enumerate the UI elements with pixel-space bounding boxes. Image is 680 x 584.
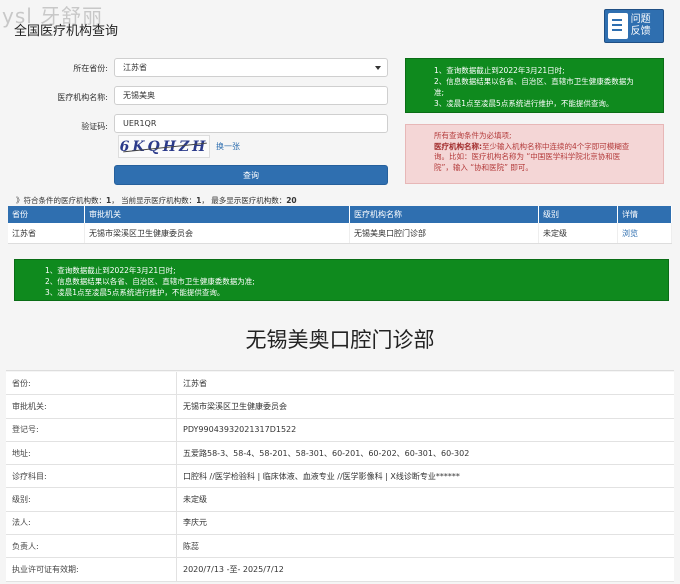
feedback-line1: 问题 — [630, 14, 651, 25]
detail-value: 江苏省 — [176, 372, 674, 396]
summary-max-label: ， 最多显示医疗机构数： — [201, 196, 287, 205]
detail-row: 负责人: 陈蕊 — [6, 534, 674, 559]
detail-key: 诊疗科目: — [6, 464, 177, 489]
detail-value: 李庆元 — [176, 511, 674, 536]
detail-row: 省份: 江苏省 — [6, 372, 674, 396]
institution-name-input[interactable]: 无锡美奥 — [114, 86, 388, 105]
view-details-link[interactable]: 浏览 — [622, 229, 638, 238]
detail-value: PDY99043932021317D1522 — [176, 418, 674, 442]
notice-bottom: 1、查询数据截止到2022年3月21日时; 2、信息数据结果以各省、自治区、直辖… — [14, 259, 669, 301]
notice-top-line-3: 3、凌晨1点至凌晨5点系统进行维护，不能提供查询。 — [434, 99, 614, 108]
detail-value: 五爱路58-3、58-4、58-201、58-301、60-201、60-202… — [176, 441, 674, 466]
name-label: 医疗机构名称: — [57, 93, 108, 102]
summary-prefix: 》符合条件的医疗机构数： — [16, 196, 106, 205]
captcha-value: UER1QR — [123, 119, 157, 128]
result-summary: 》符合条件的医疗机构数：1， 当前显示医疗机构数：1， 最多显示医疗机构数：20 — [16, 195, 297, 206]
feedback-button[interactable]: 问题 反馈 — [604, 9, 664, 43]
detail-row: 诊疗科目: 口腔科 //医学检验科 | 临床体液、血液专业 //医学影像科 | … — [6, 464, 674, 489]
detail-value: 未定级 — [176, 487, 674, 512]
notice-bottom-line-3: 3、凌晨1点至凌晨5点系统进行维护，不能提供查询。 — [45, 288, 225, 297]
feedback-icon — [608, 13, 628, 39]
header-details: 详情 — [617, 206, 672, 223]
notice-top: 1、查询数据截止到2022年3月21日时; 2、信息数据结果以各省、自治区、直辖… — [405, 58, 664, 113]
detail-value: 陈蕊 — [176, 534, 674, 559]
detail-title: 无锡美奥口腔门诊部 — [245, 328, 435, 352]
results-table: 省份 审批机关 医疗机构名称 级别 详情 江苏省 无锡市梁溪区卫生健康委员会 无… — [8, 206, 672, 244]
detail-row: 审批机关: 无锡市梁溪区卫生健康委员会 — [6, 394, 674, 419]
feedback-line2: 反馈 — [630, 26, 651, 37]
table-row: 江苏省 无锡市梁溪区卫生健康委员会 无锡美奥口腔门诊部 未定级 浏览 — [8, 223, 672, 244]
detail-key: 执业许可证有效期: — [6, 557, 177, 582]
detail-row: 法人: 李庆元 — [6, 511, 674, 536]
cell-institution: 无锡美奥口腔门诊部 — [349, 223, 539, 244]
detail-key: 登记号: — [6, 418, 177, 442]
cell-details: 浏览 — [617, 223, 672, 244]
notice-top-line-2: 2、信息数据结果以各省、自治区、直辖市卫生健康委数据为准; — [434, 77, 634, 97]
feedback-label: 问题 反馈 — [631, 14, 660, 38]
captcha-input[interactable]: UER1QR — [114, 114, 388, 133]
refresh-captcha-link[interactable]: 换一张 — [216, 141, 240, 152]
header-authority: 审批机关 — [84, 206, 350, 223]
captcha-image[interactable]: 6KQHZH — [118, 135, 210, 158]
detail-value: 无锡市梁溪区卫生健康委员会 — [176, 394, 674, 419]
captcha-image-text: 6KQHZH — [119, 138, 209, 155]
summary-shown-label: ， 当前显示医疗机构数： — [111, 196, 197, 205]
notice-bottom-line-1: 1、查询数据截止到2022年3月21日时; — [45, 266, 176, 275]
notice-bottom-line-2: 2、信息数据结果以各省、自治区、直辖市卫生健康委数据为准; — [45, 277, 255, 286]
detail-key: 负责人: — [6, 534, 177, 559]
detail-key: 审批机关: — [6, 394, 177, 419]
province-value: 江苏省 — [123, 63, 147, 72]
query-button[interactable]: 查询 — [114, 165, 388, 185]
results-header-row: 省份 审批机关 医疗机构名称 级别 详情 — [8, 206, 672, 223]
cell-level: 未定级 — [538, 223, 618, 244]
detail-divider — [6, 370, 674, 371]
notice-condition: 所有查询条件为必填项; 医疗机构名称:至少输入机构名称中连续的4个字即可模糊查询… — [405, 124, 664, 184]
notice-top-line-1: 1、查询数据截止到2022年3月21日时; — [434, 66, 565, 75]
notice-condition-line-2: 医疗机构名称:至少输入机构名称中连续的4个字即可模糊查询。比如：医疗机构名称为 … — [434, 142, 635, 174]
detail-key: 法人: — [6, 511, 177, 536]
detail-key: 级别: — [6, 487, 177, 512]
chevron-down-icon — [375, 66, 381, 70]
page-title: 全国医疗机构查询 — [14, 24, 119, 39]
summary-max: 20 — [286, 196, 297, 205]
notice-condition-key: 医疗机构名称: — [434, 141, 482, 151]
province-select[interactable]: 江苏省 — [114, 58, 388, 77]
header-level: 级别 — [538, 206, 618, 223]
header-institution: 医疗机构名称 — [349, 206, 539, 223]
detail-row: 级别: 未定级 — [6, 487, 674, 512]
detail-row: 地址: 五爱路58-3、58-4、58-201、58-301、60-201、60… — [6, 441, 674, 466]
detail-row: 执业许可证有效期: 2020/7/13 -至- 2025/7/12 — [6, 557, 674, 582]
province-label: 所在省份: — [73, 64, 108, 73]
header-province: 省份 — [8, 206, 85, 223]
detail-table: 省份: 江苏省 审批机关: 无锡市梁溪区卫生健康委员会 登记号: PDY9904… — [6, 372, 674, 582]
institution-name-value: 无锡美奥 — [123, 91, 155, 100]
detail-value: 2020/7/13 -至- 2025/7/12 — [176, 557, 674, 582]
detail-key: 省份: — [6, 372, 177, 396]
cell-province: 江苏省 — [8, 223, 85, 244]
detail-value: 口腔科 //医学检验科 | 临床体液、血液专业 //医学影像科 | X线诊断专业… — [176, 464, 674, 489]
cell-authority: 无锡市梁溪区卫生健康委员会 — [84, 223, 350, 244]
notice-condition-line-1: 所有查询条件为必填项; — [434, 131, 512, 140]
detail-row: 登记号: PDY99043932021317D1522 — [6, 418, 674, 442]
detail-key: 地址: — [6, 441, 177, 466]
captcha-label: 验证码: — [81, 122, 108, 131]
